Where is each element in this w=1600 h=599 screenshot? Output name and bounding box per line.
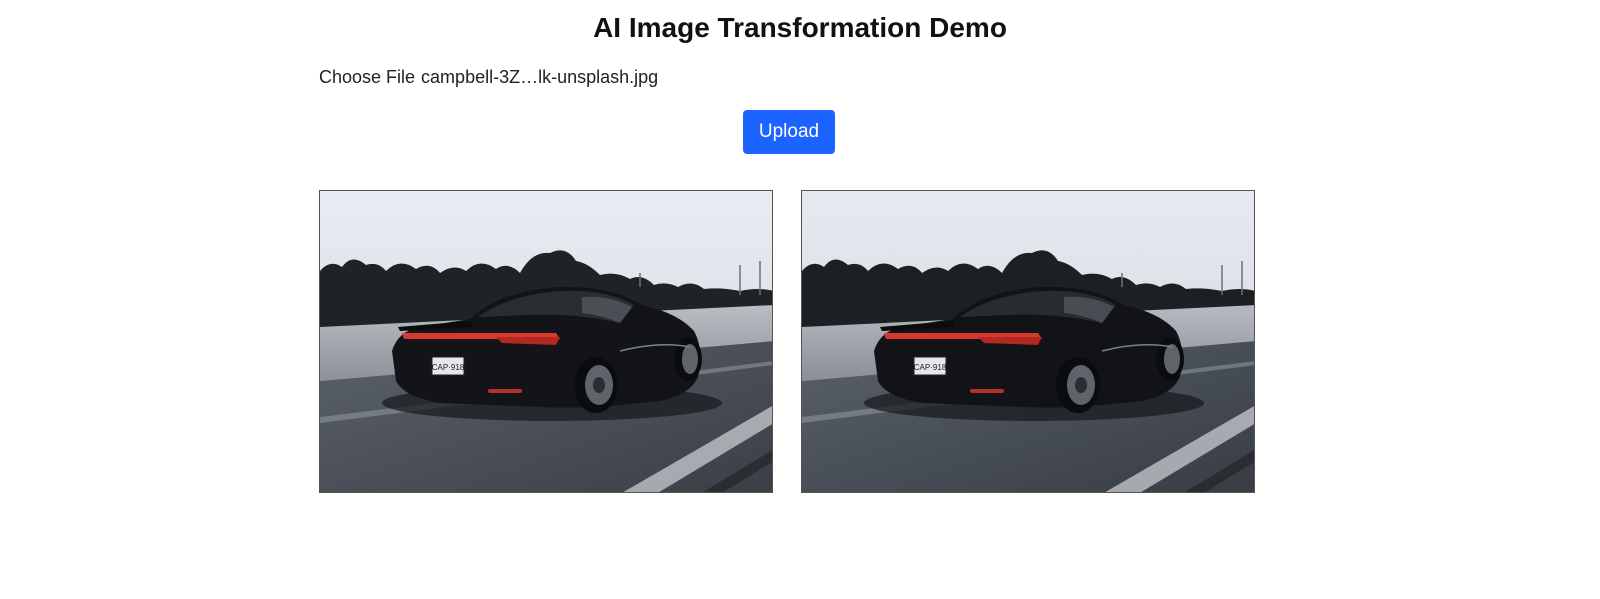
car-photo-transformed: CAP·918: [802, 191, 1254, 492]
selected-file-name: campbell-3Z…lk-unsplash.jpg: [421, 67, 659, 87]
page-title: AI Image Transformation Demo: [593, 12, 1007, 43]
choose-file-button[interactable]: Choose File: [319, 67, 415, 87]
license-plate-text: CAP·918: [432, 363, 465, 372]
file-input[interactable]: Choose File campbell-3Z…lk-unsplash.jpg: [319, 67, 658, 88]
car-photo-original: CAP·918: [320, 191, 772, 492]
original-image: CAP·918: [319, 190, 773, 493]
transformed-image: CAP·918: [801, 190, 1255, 493]
license-plate-text: CAP·918: [914, 363, 947, 372]
upload-button[interactable]: Upload: [743, 110, 835, 154]
